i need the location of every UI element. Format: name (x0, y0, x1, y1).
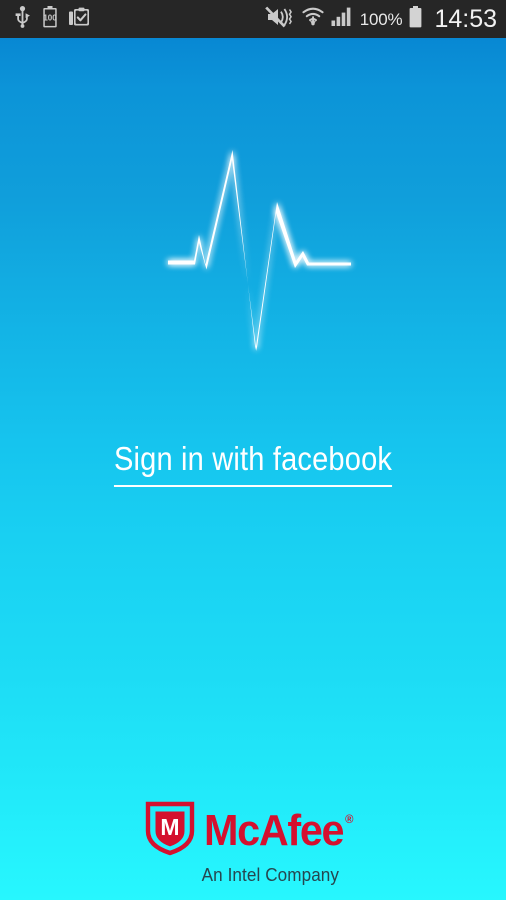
battery-icon (409, 5, 422, 33)
status-bar-clock: 14:53 (434, 4, 497, 33)
mcafee-branding: M McAfee ® An Intel Company (0, 801, 506, 885)
mcafee-wordmark: McAfee ® (203, 806, 353, 855)
battery-percent-label: 100% (359, 9, 403, 29)
registered-trademark-symbol: ® (344, 812, 353, 826)
mcafee-logo-row: M McAfee ® (145, 801, 362, 861)
mute-vibrate-icon (264, 6, 295, 33)
status-bar-right-icons: 100% 14:53 (264, 4, 497, 33)
svg-text:100: 100 (43, 13, 57, 22)
battery-100-icon: 100 (42, 5, 58, 33)
sign-in-with-facebook-link[interactable]: Sign in with facebook (113, 438, 393, 487)
wifi-download-icon (302, 6, 324, 32)
mcafee-shield-icon: M (145, 801, 195, 861)
sign-in-container: Sign in with facebook (0, 438, 506, 487)
mcafee-tagline: An Intel Company (201, 865, 339, 885)
signal-bars-icon (331, 6, 353, 32)
status-bar: 100 100% 14:53 (0, 0, 506, 38)
svg-text:M: M (160, 814, 179, 840)
status-bar-left-icons: 100 (14, 5, 90, 33)
app-logo (0, 138, 506, 363)
usb-icon (14, 5, 31, 33)
clipboard-check-icon (69, 6, 90, 32)
login-screen: Sign in with facebook M McAfee ® An Inte… (0, 38, 506, 900)
pulse-waveform-logo (168, 150, 351, 351)
phone-screen: 100 100% 14:53 Sign in with facebook M M… (0, 0, 506, 900)
mcafee-brand-name: McAfee (203, 806, 345, 855)
